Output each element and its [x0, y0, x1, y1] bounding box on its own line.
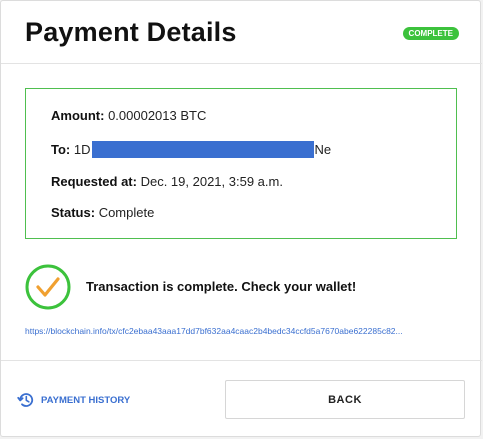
- status-value: Complete: [98, 205, 155, 220]
- status-badge: COMPLETE: [402, 27, 459, 40]
- requested-at-value: Dec. 19, 2021, 3:59 a.m.: [140, 174, 283, 189]
- amount-row: Amount: 0.00002013 BTC: [51, 108, 206, 123]
- payment-history-link[interactable]: PAYMENT HISTORY: [17, 391, 130, 409]
- transaction-link[interactable]: https://blockchain.info/tx/cfc2ebaa43aaa…: [25, 326, 457, 336]
- payment-history-label: PAYMENT HISTORY: [41, 394, 131, 406]
- status-label: Status:: [51, 205, 96, 220]
- amount-value: 0.00002013 BTC: [108, 108, 207, 123]
- transaction-status: Transaction is complete. Check your wall…: [25, 264, 457, 310]
- card-header: Payment Details COMPLETE: [1, 1, 482, 64]
- requested-at-label: Requested at:: [51, 174, 137, 189]
- check-circle-icon: [25, 264, 71, 310]
- payment-details-box: Amount: 0.00002013 BTC To: 1D Ne Requeste…: [25, 88, 457, 239]
- history-icon: [17, 393, 34, 407]
- amount-label: Amount:: [51, 108, 105, 123]
- payment-details-card: Payment Details COMPLETE Amount: 0.00002…: [0, 0, 482, 438]
- recipient-address-suffix: Ne: [314, 142, 332, 157]
- recipient-address-prefix: 1D: [73, 142, 91, 157]
- recipient-label: To:: [51, 142, 71, 157]
- requested-at-row: Requested at: Dec. 19, 2021, 3:59 a.m.: [51, 174, 283, 189]
- status-row: Status: Complete: [51, 205, 154, 220]
- card-footer: PAYMENT HISTORY BACK: [1, 360, 482, 438]
- back-button[interactable]: BACK: [225, 380, 465, 419]
- page-title: Payment Details: [25, 17, 237, 47]
- redacted-address-block: [91, 141, 314, 158]
- transaction-complete-message: Transaction is complete. Check your wall…: [86, 279, 357, 294]
- recipient-row: To: 1D Ne: [51, 141, 331, 158]
